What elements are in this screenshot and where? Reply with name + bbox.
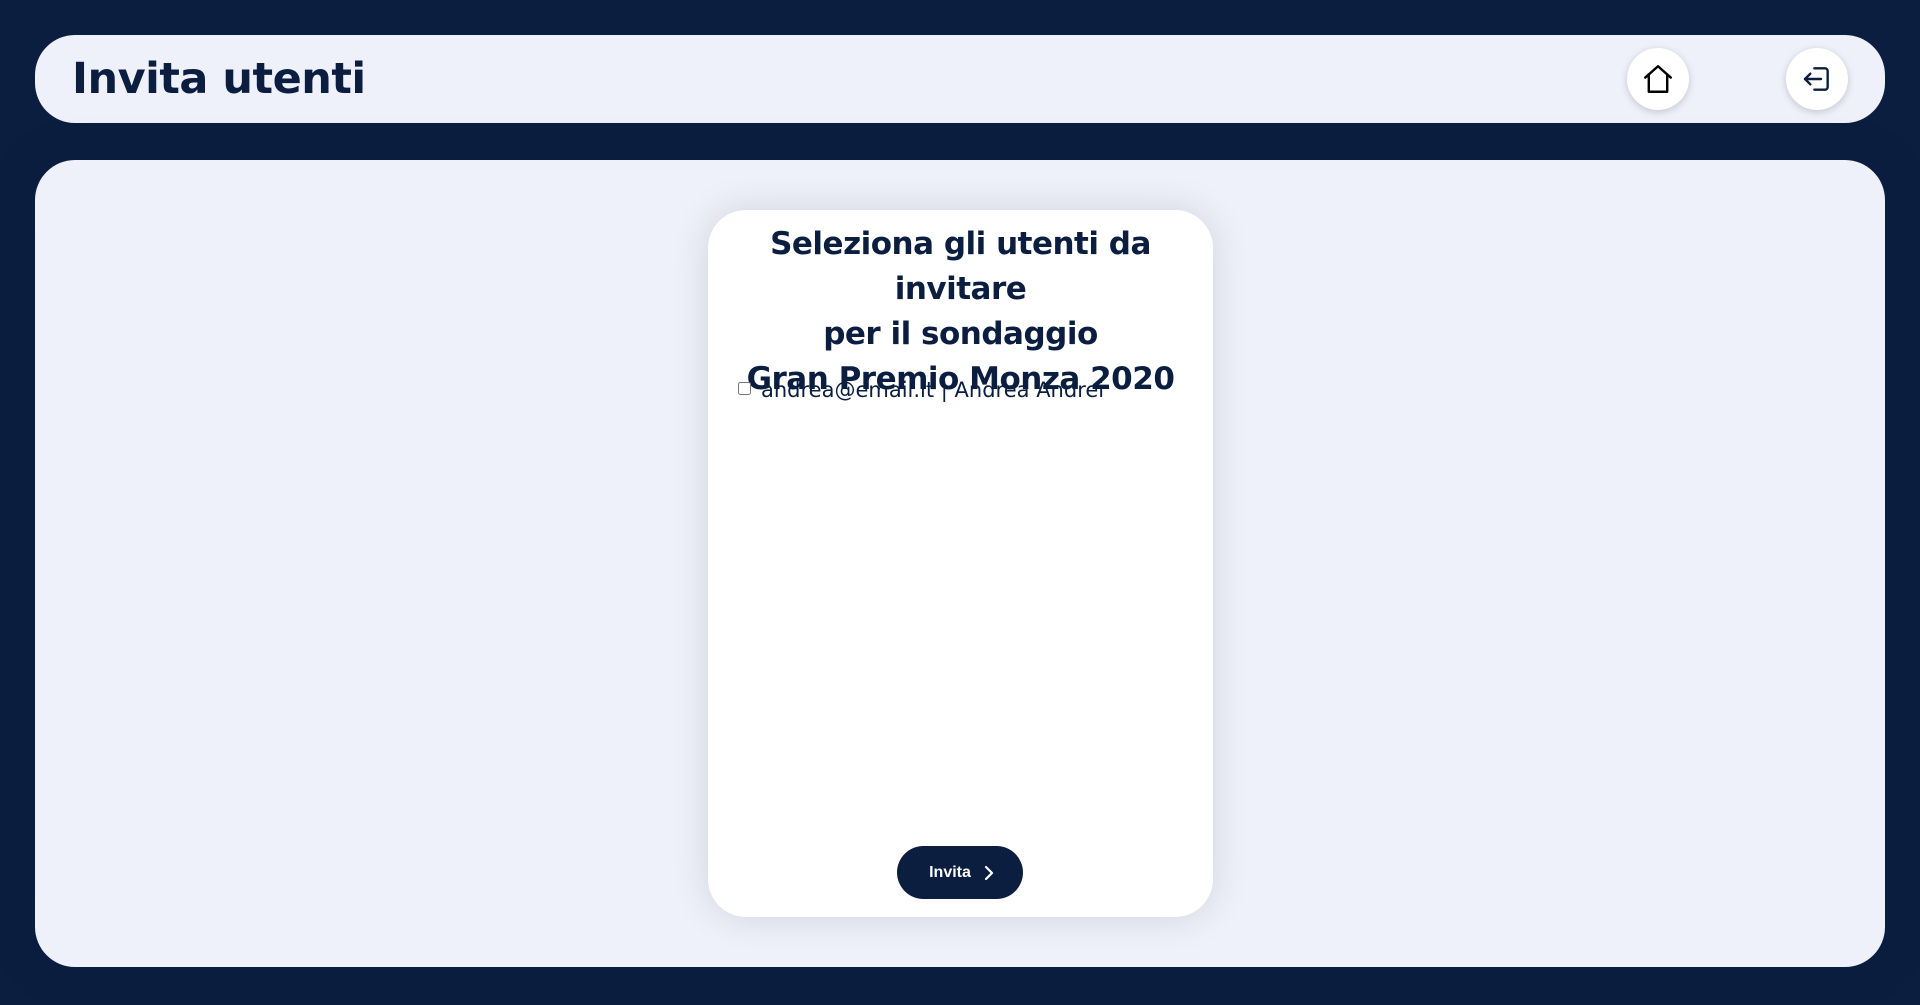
user-label[interactable]: andrea@email.it | Andrea Andrei: [761, 378, 1104, 402]
user-checkbox[interactable]: [738, 381, 751, 395]
invite-button-label: Invita: [929, 863, 971, 881]
logout-icon: [1803, 67, 1829, 91]
main-panel: Seleziona gli utenti da invitare per il …: [35, 160, 1885, 967]
logout-button[interactable]: [1786, 48, 1848, 110]
top-bar: Invita utenti: [35, 35, 1885, 123]
card-title: Seleziona gli utenti da invitare per il …: [718, 222, 1203, 402]
invite-card: Seleziona gli utenti da invitare per il …: [708, 210, 1213, 917]
card-title-line-2: per il sondaggio: [823, 316, 1098, 352]
home-button[interactable]: [1627, 48, 1689, 110]
page: Invita utenti Seleziona gli utenti da in…: [0, 0, 1920, 1005]
user-list-item: andrea@email.it | Andrea Andrei: [738, 378, 1104, 402]
home-icon: [1644, 65, 1672, 93]
page-title: Invita utenti: [72, 54, 366, 104]
chevron-right-icon: [984, 865, 993, 880]
card-title-line-1: Seleziona gli utenti da invitare: [770, 226, 1151, 307]
invite-button[interactable]: Invita: [897, 846, 1023, 899]
